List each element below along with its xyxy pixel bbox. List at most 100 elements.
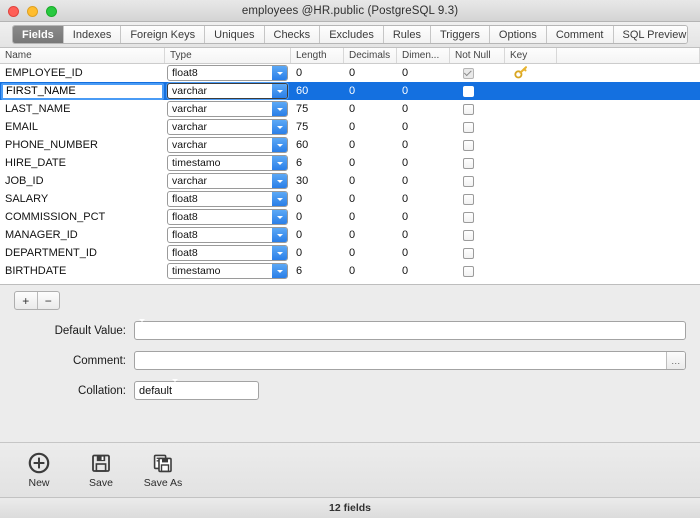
field-blank-cell[interactable]: [557, 172, 700, 190]
field-decimals-cell[interactable]: 0: [344, 244, 397, 262]
not-null-checkbox[interactable]: [463, 211, 474, 223]
not-null-checkbox[interactable]: [463, 247, 474, 259]
field-type-combo[interactable]: float8: [167, 209, 288, 225]
field-notnull-cell[interactable]: [450, 208, 505, 226]
not-null-checkbox[interactable]: [463, 193, 474, 205]
field-length-cell[interactable]: 30: [291, 172, 344, 190]
field-blank-cell[interactable]: [557, 136, 700, 154]
field-length-cell[interactable]: 0: [291, 190, 344, 208]
tab-uniques[interactable]: Uniques: [205, 26, 265, 43]
field-decimals-cell[interactable]: 0: [344, 64, 397, 82]
tab-options[interactable]: Options: [489, 26, 547, 43]
remove-field-button[interactable]: −: [38, 292, 60, 309]
field-type-cell[interactable]: varchar: [165, 172, 291, 190]
field-name-cell[interactable]: JOB_ID: [0, 172, 165, 190]
add-field-button[interactable]: +: [15, 292, 38, 309]
field-length-cell[interactable]: 75: [291, 118, 344, 136]
field-type-cell[interactable]: float8: [165, 64, 291, 82]
table-row[interactable]: LAST_NAME varchar 75 0 0: [0, 100, 700, 118]
field-type-combo[interactable]: varchar: [167, 119, 288, 135]
field-type-combo[interactable]: varchar: [167, 173, 288, 189]
table-row[interactable]: DEPARTMENT_ID float8 0 0 0: [0, 244, 700, 262]
chevron-down-icon[interactable]: [272, 228, 287, 242]
field-type-combo[interactable]: float8: [167, 65, 288, 81]
field-name-cell[interactable]: EMAIL: [0, 118, 165, 136]
field-decimals-cell[interactable]: 0: [344, 82, 397, 100]
field-blank-cell[interactable]: [557, 190, 700, 208]
chevron-down-icon[interactable]: [272, 84, 287, 98]
field-length-cell[interactable]: 6: [291, 262, 344, 280]
field-key-cell[interactable]: [505, 262, 557, 280]
not-null-checkbox[interactable]: [463, 265, 474, 277]
field-type-cell[interactable]: float8: [165, 226, 291, 244]
not-null-checkbox[interactable]: [463, 85, 474, 97]
field-length-cell[interactable]: 0: [291, 244, 344, 262]
chevron-down-icon[interactable]: [272, 192, 287, 206]
field-blank-cell[interactable]: [557, 154, 700, 172]
field-notnull-cell[interactable]: [450, 82, 505, 100]
column-header-blank[interactable]: [557, 48, 700, 63]
field-type-cell[interactable]: varchar: [165, 136, 291, 154]
chevron-down-icon[interactable]: [272, 156, 287, 170]
field-type-cell[interactable]: timestamo: [165, 262, 291, 280]
field-notnull-cell[interactable]: [450, 262, 505, 280]
zoom-button[interactable]: [46, 5, 57, 17]
column-header-name[interactable]: Name: [0, 48, 165, 63]
chevron-down-icon[interactable]: [272, 138, 287, 152]
chevron-down-icon[interactable]: [272, 246, 287, 260]
field-dimension-cell[interactable]: 0: [397, 172, 450, 190]
column-header-not-null[interactable]: Not Null: [450, 48, 505, 63]
field-type-cell[interactable]: varchar: [165, 100, 291, 118]
field-notnull-cell[interactable]: [450, 172, 505, 190]
tab-triggers[interactable]: Triggers: [430, 26, 490, 43]
default-value-combo[interactable]: [134, 319, 686, 340]
field-dimension-cell[interactable]: 0: [397, 154, 450, 172]
field-name-cell[interactable]: HIRE_DATE: [0, 154, 165, 172]
field-dimension-cell[interactable]: 0: [397, 226, 450, 244]
table-row[interactable]: SALARY float8 0 0 0: [0, 190, 700, 208]
collation-combo[interactable]: default: [134, 379, 259, 400]
field-notnull-cell[interactable]: [450, 244, 505, 262]
field-decimals-cell[interactable]: 0: [344, 100, 397, 118]
field-name-cell[interactable]: LAST_NAME: [0, 100, 165, 118]
field-name-input[interactable]: FIRST_NAME: [1, 82, 164, 100]
field-decimals-cell[interactable]: 0: [344, 118, 397, 136]
field-key-cell[interactable]: [505, 208, 557, 226]
field-key-cell[interactable]: [505, 118, 557, 136]
field-name-cell[interactable]: DEPARTMENT_ID: [0, 244, 165, 262]
field-key-cell[interactable]: [505, 64, 557, 82]
field-decimals-cell[interactable]: 0: [344, 208, 397, 226]
table-row[interactable]: MANAGER_ID float8 0 0 0: [0, 226, 700, 244]
field-decimals-cell[interactable]: 0: [344, 136, 397, 154]
field-dimension-cell[interactable]: 0: [397, 244, 450, 262]
field-type-combo[interactable]: float8: [167, 227, 288, 243]
tab-indexes[interactable]: Indexes: [63, 26, 122, 43]
field-type-combo[interactable]: timestamo: [167, 155, 288, 171]
field-decimals-cell[interactable]: 0: [344, 172, 397, 190]
field-dimension-cell[interactable]: 0: [397, 118, 450, 136]
table-row[interactable]: COMMISSION_PCT float8 0 0 0: [0, 208, 700, 226]
field-dimension-cell[interactable]: 0: [397, 262, 450, 280]
tab-sql-preview[interactable]: SQL Preview: [613, 26, 687, 43]
not-null-checkbox[interactable]: [463, 103, 474, 115]
field-type-cell[interactable]: varchar: [165, 118, 291, 136]
field-notnull-cell[interactable]: [450, 190, 505, 208]
field-name-cell[interactable]: PHONE_NUMBER: [0, 136, 165, 154]
field-key-cell[interactable]: [505, 244, 557, 262]
table-row[interactable]: PHONE_NUMBER varchar 60 0 0: [0, 136, 700, 154]
field-blank-cell[interactable]: [557, 244, 700, 262]
field-type-combo[interactable]: float8: [167, 245, 288, 261]
field-type-cell[interactable]: float8: [165, 244, 291, 262]
new-button[interactable]: New: [10, 452, 68, 489]
chevron-down-icon[interactable]: [272, 66, 287, 80]
tab-checks[interactable]: Checks: [264, 26, 321, 43]
field-length-cell[interactable]: 0: [291, 208, 344, 226]
table-row[interactable]: EMPLOYEE_ID float8 0 0 0: [0, 64, 700, 82]
field-blank-cell[interactable]: [557, 82, 700, 100]
chevron-down-icon[interactable]: [272, 264, 287, 278]
table-row[interactable]: HIRE_DATE timestamo 6 0 0: [0, 154, 700, 172]
field-length-cell[interactable]: 75: [291, 100, 344, 118]
field-blank-cell[interactable]: [557, 118, 700, 136]
field-length-cell[interactable]: 0: [291, 64, 344, 82]
chevron-down-icon[interactable]: [272, 120, 287, 134]
